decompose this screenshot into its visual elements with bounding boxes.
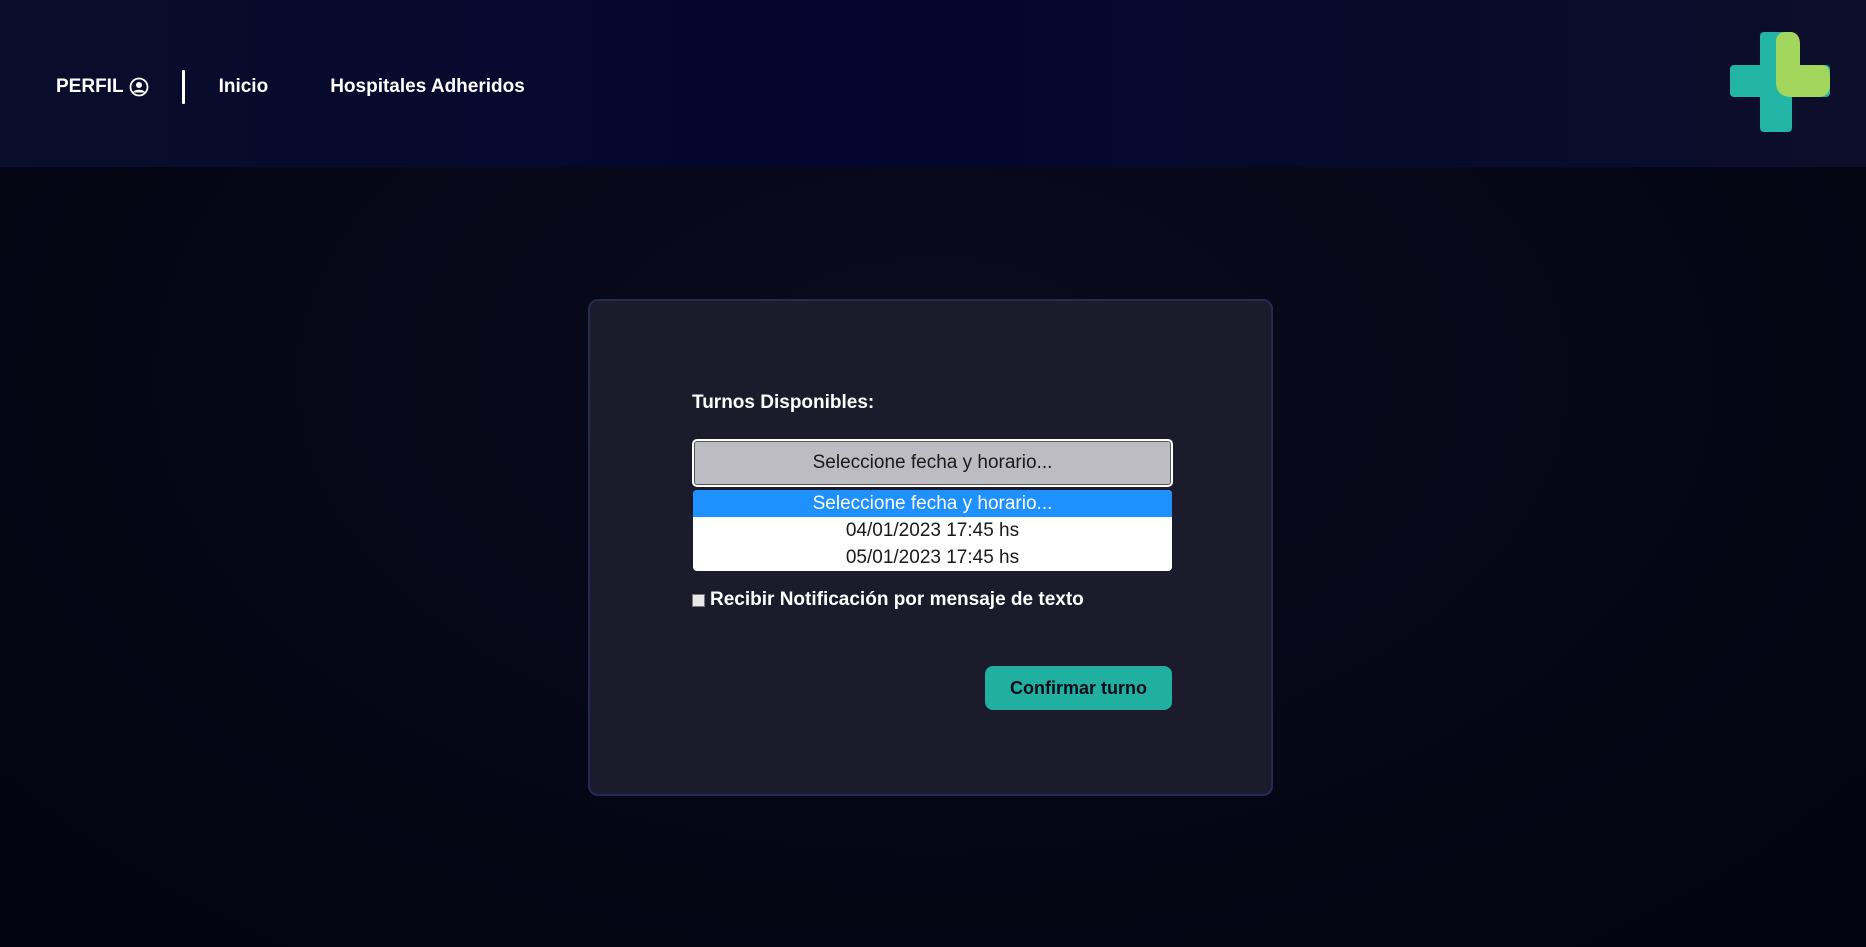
turno-select[interactable]: Seleccione fecha y horario... bbox=[692, 439, 1173, 487]
medical-cross-logo[interactable] bbox=[1730, 32, 1832, 134]
turnos-label: Turnos Disponibles: bbox=[692, 392, 875, 413]
nav-divider bbox=[181, 70, 185, 104]
sms-notification-label[interactable]: Recibir Notificación por mensaje de text… bbox=[710, 589, 1084, 611]
turno-option-2[interactable]: 05/01/2023 17:45 hs bbox=[693, 544, 1172, 571]
nav-link-hospitales-adheridos[interactable]: Hospitales Adheridos bbox=[330, 76, 525, 98]
turno-option-placeholder[interactable]: Seleccione fecha y horario... bbox=[693, 490, 1172, 517]
main-nav: PERFIL Inicio Hospitales Adheridos bbox=[56, 70, 587, 104]
sms-notification-row: Recibir Notificación por mensaje de text… bbox=[692, 589, 1084, 611]
profile-link[interactable]: PERFIL bbox=[56, 74, 149, 100]
profile-label: PERFIL bbox=[56, 76, 124, 97]
nav-link-inicio[interactable]: Inicio bbox=[219, 76, 269, 98]
turno-option-1[interactable]: 04/01/2023 17:45 hs bbox=[693, 517, 1172, 544]
user-circle-icon bbox=[129, 77, 148, 97]
turno-options-list: Seleccione fecha y horario... 04/01/2023… bbox=[693, 490, 1172, 571]
select-current-value: Seleccione fecha y horario... bbox=[812, 452, 1053, 473]
appointment-card: Turnos Disponibles: Seleccione fecha y h… bbox=[588, 299, 1273, 796]
confirm-turno-button[interactable]: Confirmar turno bbox=[985, 666, 1172, 710]
sms-notification-checkbox[interactable] bbox=[692, 593, 705, 607]
top-navbar: PERFIL Inicio Hospitales Adheridos bbox=[0, 0, 1866, 167]
